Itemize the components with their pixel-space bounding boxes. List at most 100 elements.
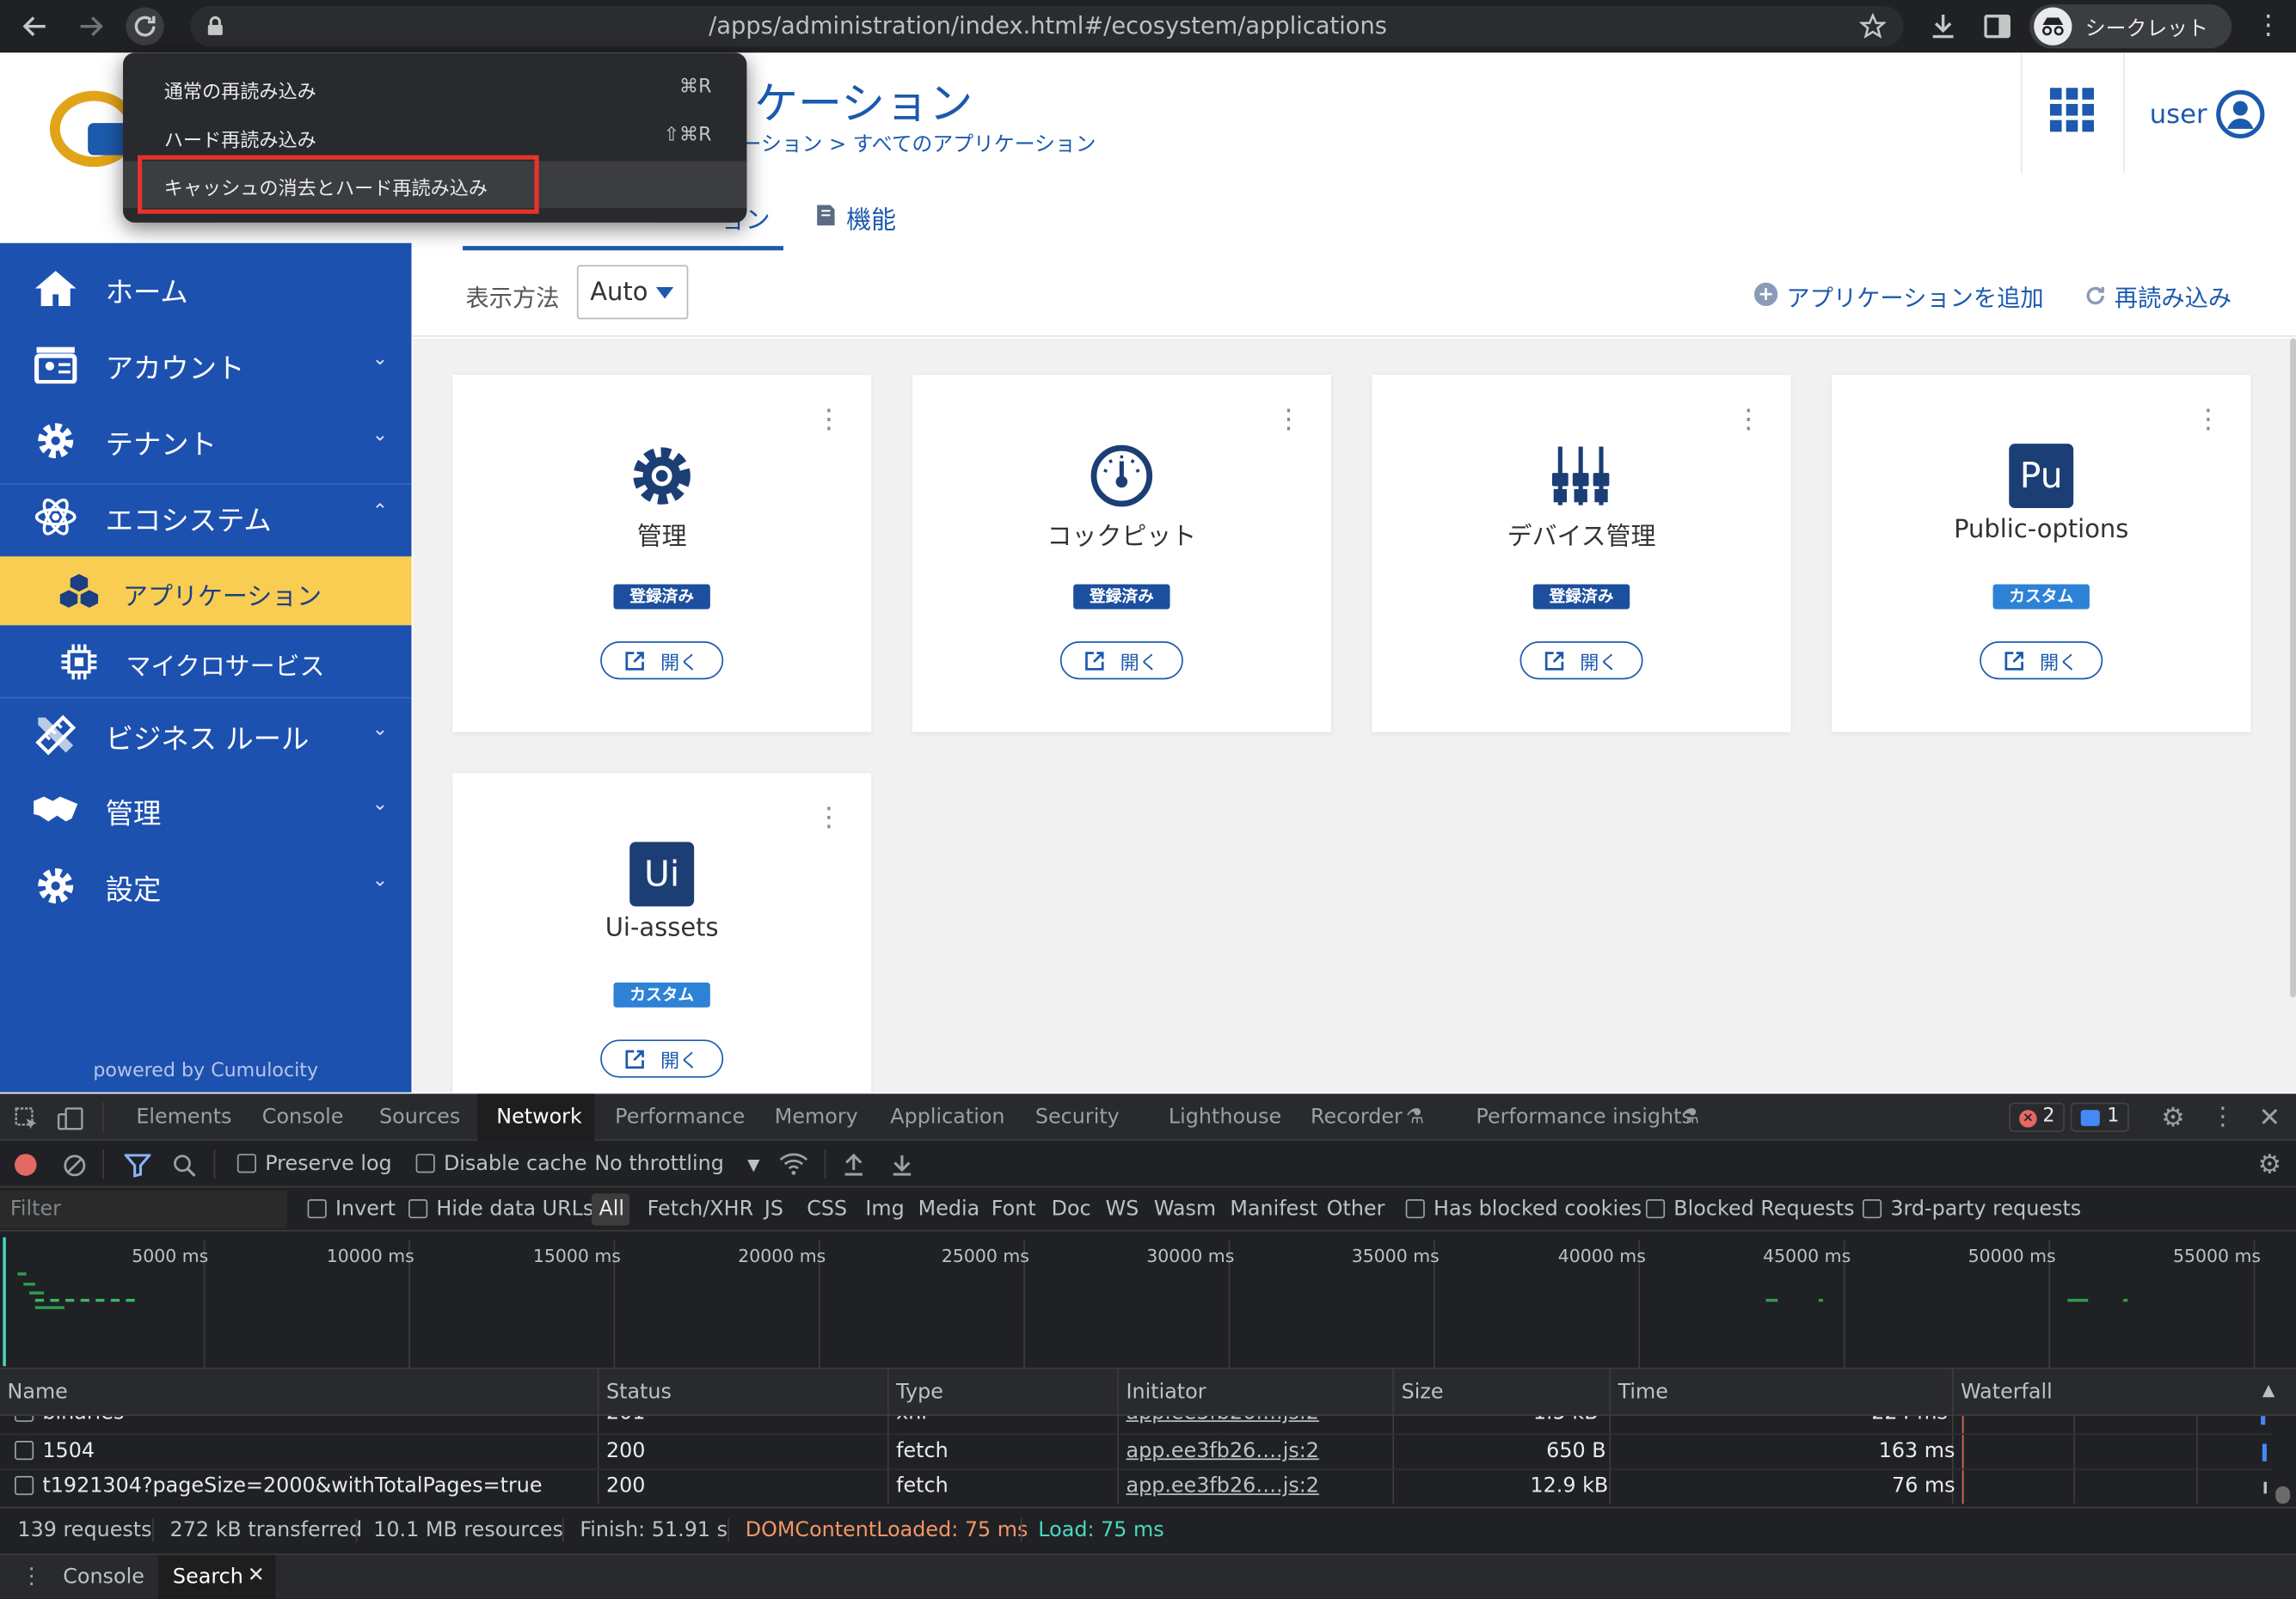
network-conditions-icon[interactable] (777, 1151, 809, 1178)
network-settings-icon[interactable]: ⚙ (2255, 1149, 2284, 1179)
sidebar-item-tenants[interactable]: テナント ⌄ (0, 402, 411, 479)
tab-features[interactable]: 機能 (846, 199, 896, 236)
table-row[interactable]: t1921304?pageSize=2000&withTotalPages=tr… (0, 1468, 2273, 1504)
breadcrumb[interactable]: ーション > すべてのアプリケーション (741, 129, 1096, 158)
close-icon[interactable]: ✕ (2255, 1102, 2284, 1133)
more-options-icon[interactable]: ⋮ (815, 404, 842, 435)
table-row[interactable]: 1504 200 fetch app.ee3fb26….js:2 650 B 1… (0, 1433, 2273, 1469)
incognito-chip[interactable]: シークレット (2029, 4, 2232, 49)
column-header-name[interactable]: Name (8, 1381, 68, 1404)
open-button[interactable]: 開く (1519, 641, 1643, 680)
column-header-status[interactable]: Status (606, 1381, 672, 1404)
devtools-tab-sources[interactable]: Sources (379, 1106, 460, 1129)
devtools-tab-console[interactable]: Console (262, 1106, 344, 1129)
chrome-menu-icon[interactable]: ⋮ (2255, 10, 2281, 41)
menu-item-normal-reload[interactable]: 通常の再読み込み ⌘R (123, 64, 746, 112)
user-name[interactable]: user (2150, 100, 2207, 131)
clear-icon[interactable] (62, 1152, 89, 1179)
devtools-tab-performance-insights[interactable]: Performance insights (1476, 1106, 1691, 1129)
open-button[interactable]: 開く (1980, 641, 2103, 680)
open-button[interactable]: 開く (1059, 641, 1183, 680)
drawer-menu-icon[interactable]: ⋮ (21, 1562, 43, 1589)
app-card-public-options[interactable]: ⋮ Pu Public-options カスタム 開く (1832, 375, 2251, 732)
import-har-icon[interactable] (840, 1151, 867, 1178)
download-icon[interactable] (1927, 10, 1959, 42)
user-avatar-icon[interactable] (2214, 88, 2267, 140)
menu-item-hard-reload[interactable]: ハード再読み込み ⇧⌘R (123, 113, 746, 160)
devtools-tab-elements[interactable]: Elements (136, 1106, 231, 1129)
search-icon[interactable] (171, 1152, 198, 1179)
device-toolbar-icon[interactable] (56, 1106, 85, 1132)
filter-type-css[interactable]: CSS (807, 1198, 847, 1221)
sort-arrow-icon[interactable]: ▲ (2262, 1381, 2275, 1400)
devtools-tab-performance[interactable]: Performance (615, 1106, 745, 1129)
side-panel-icon[interactable] (1981, 10, 2013, 42)
app-card-device-management[interactable]: ⋮ デバイス管理 登録済み 開く (1372, 375, 1791, 732)
devtools-tab-security[interactable]: Security (1035, 1106, 1120, 1129)
sidebar-item-ecosystem[interactable]: エコシステム ⌃ (0, 479, 411, 555)
devtools-tab-network[interactable]: Network (496, 1106, 582, 1129)
devtools-tab-application[interactable]: Application (890, 1106, 1004, 1129)
row-initiator[interactable]: app.ee3fb26….js:2 (1126, 1439, 1318, 1462)
row-initiator[interactable]: app.ee3fb26….js:2 (1126, 1474, 1318, 1498)
filter-type-manifest[interactable]: Manifest (1230, 1198, 1317, 1221)
more-options-icon[interactable]: ⋮ (2195, 404, 2222, 435)
filter-type-wasm[interactable]: Wasm (1154, 1198, 1216, 1221)
sidebar-item-applications[interactable]: アプリケーション (0, 556, 412, 626)
sidebar-item-business-rules[interactable]: ビジネス ルール ⌄ (0, 697, 411, 774)
filter-type-fetch-xhr[interactable]: Fetch/XHR (648, 1198, 754, 1221)
sidebar-item-accounts[interactable]: アカウント ⌄ (0, 327, 411, 403)
page-scrollbar[interactable] (2290, 338, 2296, 997)
message-count-badge[interactable]: 1 (2070, 1102, 2129, 1132)
column-header-waterfall[interactable]: Waterfall (1961, 1381, 2053, 1404)
app-card-ui-assets[interactable]: ⋮ Ui Ui-assets カスタム 開く (452, 773, 872, 1111)
filter-type-ws[interactable]: WS (1106, 1198, 1139, 1221)
sidebar-item-management[interactable]: 管理 ⌄ (0, 772, 411, 849)
invert-checkbox[interactable]: Invert (307, 1198, 396, 1222)
filter-type-js[interactable]: JS (764, 1198, 783, 1221)
sidebar-item-home[interactable]: ホーム (0, 250, 411, 327)
column-header-time[interactable]: Time (1618, 1381, 1668, 1404)
preserve-log-checkbox[interactable]: Preserve log (236, 1152, 392, 1176)
filter-type-all[interactable]: All (599, 1198, 624, 1221)
devtools-tab-memory[interactable]: Memory (775, 1106, 858, 1129)
column-header-type[interactable]: Type (896, 1381, 943, 1404)
throttling-select[interactable]: No throttling ▼ (594, 1152, 759, 1175)
table-row[interactable]: binaries 201 xhr app.ee3fb26….js:2 1.5 k… (0, 1416, 2273, 1431)
reload-icon[interactable] (126, 7, 164, 46)
filter-type-media[interactable]: Media (918, 1198, 980, 1221)
filter-type-other[interactable]: Other (1327, 1198, 1385, 1221)
star-icon[interactable] (1858, 12, 1888, 41)
filter-type-doc[interactable]: Doc (1052, 1198, 1091, 1221)
disable-cache-checkbox[interactable]: Disable cache (415, 1152, 587, 1176)
error-count-badge[interactable]: × 2 (2009, 1102, 2065, 1132)
app-card-administration[interactable]: ⋮ 管理 登録済み 開く (452, 375, 872, 732)
more-options-icon[interactable]: ⋮ (815, 802, 842, 833)
open-button[interactable]: 開く (600, 641, 724, 680)
devtools-tab-lighthouse[interactable]: Lighthouse (1169, 1106, 1281, 1129)
settings-gear-icon[interactable]: ⚙ (2158, 1102, 2188, 1133)
column-header-initiator[interactable]: Initiator (1126, 1381, 1206, 1404)
back-icon[interactable] (16, 8, 54, 46)
devtools-tab-recorder[interactable]: Recorder (1311, 1106, 1403, 1129)
powered-by[interactable]: powered by Cumulocity (0, 1060, 411, 1082)
app-card-cockpit[interactable]: ⋮ コックピット 登録済み 開く (912, 375, 1331, 732)
hide-data-urls-checkbox[interactable]: Hide data URLs (408, 1198, 593, 1222)
sidebar-item-microservices[interactable]: マイクロサービス (0, 625, 411, 698)
filter-input[interactable]: Filter (0, 1190, 287, 1229)
close-icon[interactable]: ✕ (248, 1564, 265, 1587)
drawer-tab-search[interactable]: Search (173, 1565, 243, 1589)
filter-type-img[interactable]: Img (865, 1198, 904, 1221)
export-har-icon[interactable] (889, 1151, 916, 1178)
filter-icon[interactable] (123, 1152, 152, 1179)
blocked-requests-checkbox[interactable]: Blocked Requests (1645, 1198, 1855, 1222)
more-options-icon[interactable]: ⋮ (1275, 404, 1302, 435)
table-scrollbar[interactable] (2275, 1486, 2291, 1504)
drawer-tab-console[interactable]: Console (63, 1565, 144, 1589)
open-button[interactable]: 開く (600, 1039, 724, 1078)
column-header-size[interactable]: Size (1402, 1381, 1444, 1404)
app-switcher-icon[interactable] (2047, 85, 2097, 135)
more-options-icon[interactable]: ⋮ (1735, 404, 1762, 435)
forward-icon[interactable] (71, 8, 109, 46)
has-blocked-cookies-checkbox[interactable]: Has blocked cookies (1405, 1198, 1642, 1222)
